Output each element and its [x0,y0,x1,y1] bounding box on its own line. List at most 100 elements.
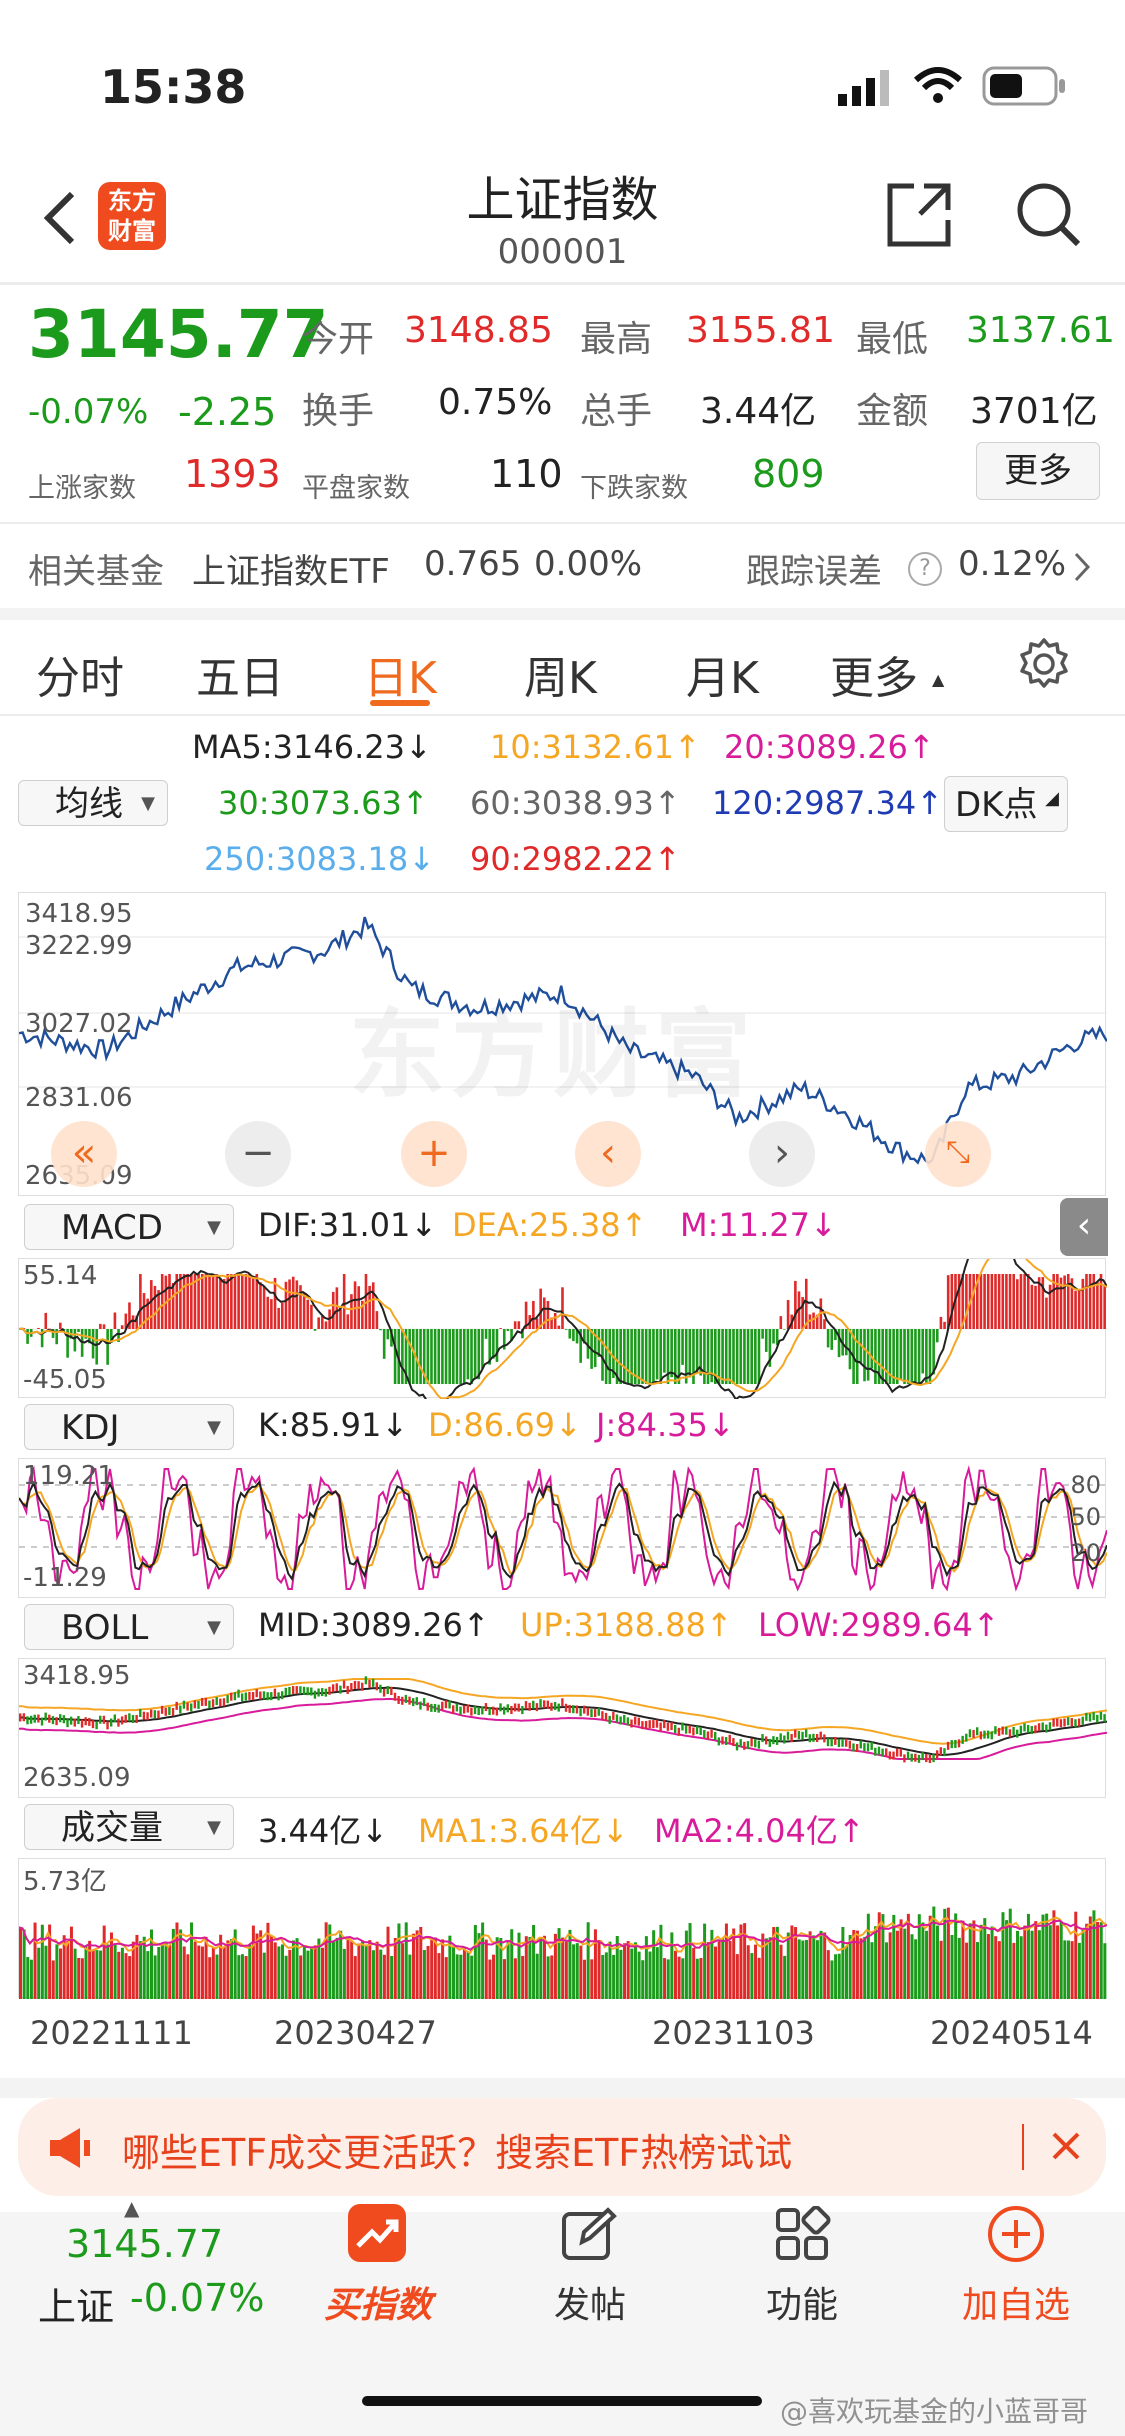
tab-monthly-k[interactable]: 月K [686,642,759,706]
macd-select[interactable]: MACD ▼ [24,1204,234,1250]
volume-bar [1052,1910,1056,1999]
fast-back-button[interactable]: « [51,1121,117,1187]
macd-bar [885,1329,888,1384]
volume-bar [575,1943,579,1999]
macd-bar [830,1329,834,1350]
volume-bar [950,1935,954,1999]
boll-candle [411,1698,415,1707]
macd-bar [724,1329,728,1384]
nav-buy-index[interactable]: 买指数 [316,2276,440,2328]
macd-bar [186,1274,189,1329]
volume-select[interactable]: 成交量 ▼ [24,1804,234,1850]
boll-candle [135,1714,138,1723]
volume-bar [921,1922,925,1999]
buy-index-icon[interactable] [346,2202,408,2268]
macd-bar [997,1274,1001,1329]
boll-candle [441,1701,444,1710]
volume-bar [310,1947,314,1999]
boll-candle [324,1688,328,1697]
boll-candle [837,1739,841,1748]
functions-icon[interactable] [774,2205,832,2268]
volume-bar [226,1940,230,1999]
volume-bar [371,1950,375,1999]
boll-candle [528,1702,531,1711]
dk-point-button[interactable]: DK点 ◢ [944,776,1068,832]
macd-bar [324,1321,328,1329]
scroll-left-button[interactable]: ‹ [575,1121,641,1187]
macd-bar [204,1274,208,1329]
tab-five-day[interactable]: 五日 [196,642,284,706]
fullscreen-icon[interactable]: ⤡ [925,1121,991,1187]
more-button[interactable]: 更多 [976,442,1100,500]
boll-candle [932,1754,935,1763]
nav-caret-icon: ▲ [124,2196,140,2220]
boll-candle [954,1739,957,1748]
volume-bar [586,1922,590,1999]
volume-bar [859,1938,863,1999]
volume-bar [484,1939,488,1999]
post-icon[interactable] [560,2206,618,2268]
date-label-2: 20230427 [274,2014,437,2052]
scroll-right-button[interactable]: › [749,1121,815,1187]
kline-chart[interactable]: 东方财富 3418.95 3222.99 3027.02 2831.06 263… [18,892,1107,1196]
zoom-in-button[interactable]: + [401,1121,467,1187]
fund-pct: 0.00% [534,544,643,584]
macd-bar [317,1317,320,1329]
macd-bar [211,1274,215,1329]
nav-post[interactable]: 发帖 [540,2276,640,2328]
chevron-right-icon[interactable] [1072,550,1092,588]
macd-bar [433,1329,437,1384]
volume-bar [550,1955,554,1999]
macd-bar [313,1329,317,1331]
zoom-out-button[interactable]: − [225,1121,291,1187]
macd-bar [77,1329,80,1333]
volume-bar [321,1947,325,1999]
boll-candle [961,1735,964,1744]
kdj-select[interactable]: KDJ ▼ [24,1404,234,1450]
boll-candle [750,1738,753,1747]
volume-bar [692,1947,696,1999]
nav-functions[interactable]: 功能 [752,2276,852,2328]
volume-bar [779,1944,783,1999]
collapse-panel-button[interactable]: ‹ [1060,1198,1108,1256]
nav-add-watchlist[interactable]: 加自选 [954,2276,1078,2328]
volume-bar [495,1937,499,1999]
fund-name[interactable]: 上证指数ETF [192,544,390,593]
boll-candle [535,1703,539,1712]
macd-bar [37,1327,40,1329]
add-watchlist-icon[interactable] [986,2204,1046,2268]
ma-select[interactable]: 均线 ▼ [18,780,168,826]
macd-bar [1088,1274,1092,1329]
boll-candle [863,1743,866,1752]
boll-candle [957,1739,961,1748]
boll-candle [768,1738,771,1747]
boll-candle [186,1702,189,1711]
tab-daily-k[interactable]: 日K [364,642,437,706]
boll-candle [968,1729,972,1738]
close-icon[interactable] [1046,2126,1086,2170]
macd-bar [772,1329,775,1344]
tab-weekly-k[interactable]: 周K [524,642,597,706]
tab-intraday[interactable]: 分时 [36,642,124,706]
macd-bar [874,1329,877,1384]
tab-more[interactable]: 更多 [830,642,918,706]
help-icon[interactable]: ? [908,552,942,586]
boll-candle [739,1739,742,1748]
gear-icon[interactable] [1016,636,1072,696]
boll-candle [841,1738,844,1747]
boll-candle [572,1705,575,1714]
volume-bar [561,1937,565,1999]
etf-promo-banner[interactable]: 哪些ETF成交更活跃？搜索ETF热榜试试 [18,2098,1106,2196]
share-icon[interactable] [884,180,954,254]
macd-bar [917,1329,921,1384]
boll-candle [652,1720,655,1729]
open-label: 今开 [302,319,375,360]
boll-select[interactable]: BOLL ▼ [24,1604,234,1650]
volume-bar [848,1934,852,1999]
amount-label: 金额 [856,391,929,432]
volume-bar [841,1926,845,1999]
volume-bar [888,1932,892,1999]
search-icon[interactable] [1014,180,1084,254]
y-label-top: 3418.95 [25,899,133,929]
boll-candle [921,1752,924,1761]
